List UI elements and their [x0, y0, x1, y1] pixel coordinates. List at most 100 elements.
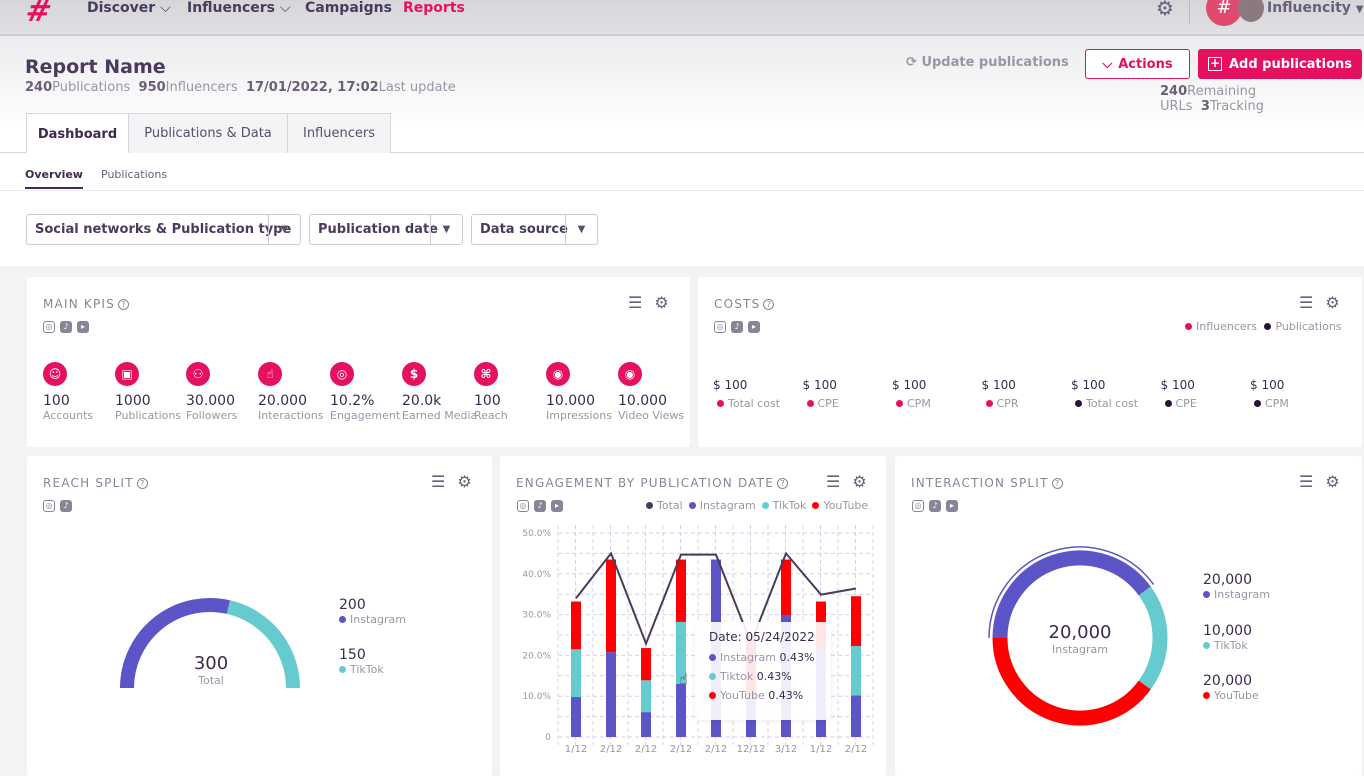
- title-text: INTERACTION SPLIT: [911, 476, 1049, 490]
- sliders-icon[interactable]: ☰: [826, 472, 840, 491]
- nav-discover[interactable]: Discover ⌵: [87, 0, 171, 16]
- cost-label: Total cost: [1086, 397, 1139, 410]
- page-title: Report Name: [25, 56, 166, 78]
- nav-campaigns[interactable]: Campaigns: [305, 0, 392, 16]
- gear-icon[interactable]: ⚙: [457, 472, 471, 491]
- kpi-value: 10.2%: [330, 393, 375, 409]
- gauge-total-label: Total: [198, 674, 224, 687]
- sliders-icon[interactable]: ☰: [1299, 293, 1313, 312]
- legend-dot: [709, 692, 716, 699]
- actions-button[interactable]: ⌵ Actions: [1085, 49, 1190, 79]
- sliders-icon[interactable]: ☰: [628, 293, 642, 312]
- legend-dot: [1075, 400, 1082, 407]
- gear-icon[interactable]: ⚙: [1156, 0, 1174, 20]
- account-menu[interactable]: Influencity ▼: [1267, 0, 1363, 16]
- donut-label: Instagram: [1052, 643, 1108, 656]
- sliders-icon[interactable]: ☰: [431, 472, 445, 491]
- bar-youtube[interactable]: [676, 559, 686, 622]
- kpi-label: Accounts: [43, 409, 94, 422]
- bar-instagram[interactable]: [606, 652, 616, 737]
- filter-social-networks[interactable]: Social networks & Publication type ▼: [26, 214, 301, 245]
- bar-instagram[interactable]: [571, 697, 581, 737]
- kpi-value: 10.000: [618, 393, 667, 409]
- bar-youtube[interactable]: [851, 596, 861, 647]
- kpi-item: ☝ 20.000 Interactions: [258, 362, 338, 422]
- cost-label: CPE: [817, 397, 839, 410]
- instagram-icon: ◎: [714, 321, 726, 333]
- logo[interactable]: #: [22, 0, 55, 29]
- bar-youtube[interactable]: [781, 559, 791, 616]
- legend-publications: Publications: [1275, 320, 1342, 333]
- update-publications-button[interactable]: ⟳ Update publications: [906, 55, 1069, 70]
- youtube-icon: ▸: [77, 321, 89, 333]
- kpi-item: ⌘ 100 Reach: [474, 362, 554, 422]
- tab-dashboard[interactable]: Dashboard: [26, 113, 129, 154]
- bar-instagram[interactable]: [676, 683, 686, 737]
- bar-tiktok[interactable]: [641, 680, 651, 713]
- legend-dot: [812, 502, 820, 509]
- kpi-label: Followers: [186, 409, 238, 422]
- hand-cursor-icon: ☝: [679, 670, 689, 688]
- tooltip-label: Tiktok: [720, 670, 754, 683]
- gauge-center: 300 Total: [171, 653, 251, 687]
- user-avatar[interactable]: [1238, 0, 1264, 22]
- chevron-down-icon: ⌵: [279, 0, 291, 16]
- hand-pointer-icon: ☝: [258, 362, 282, 386]
- donut-segment-tiktok[interactable]: [1138, 586, 1168, 690]
- eye-icon: ◉: [546, 362, 570, 386]
- cost-label: CPM: [1265, 397, 1289, 410]
- followers-icon: ⚇: [186, 362, 210, 386]
- legend-label: Instagram: [1214, 588, 1270, 601]
- cost-item: $ 100 Total cost: [713, 378, 780, 411]
- help-icon[interactable]: ?: [136, 478, 148, 489]
- workspace-avatar[interactable]: #: [1206, 0, 1242, 26]
- bar-instagram[interactable]: [851, 695, 861, 737]
- publication-icon: ▣: [115, 362, 139, 386]
- subtab-overview[interactable]: Overview: [25, 168, 83, 189]
- social-icons: ◎ ♪ ▸: [43, 321, 89, 333]
- add-publications-button[interactable]: + Add publications: [1198, 49, 1362, 79]
- nav-influencers[interactable]: Influencers ⌵: [187, 0, 291, 16]
- y-tick-label: 0: [545, 733, 551, 743]
- y-tick-label: 10.0%: [522, 692, 551, 702]
- tab-publications-data[interactable]: Publications & Data: [128, 113, 288, 153]
- subtab-publications[interactable]: Publications: [101, 168, 167, 187]
- kpi-label: Reach: [474, 409, 508, 422]
- kpi-value: 100: [474, 393, 501, 409]
- help-icon[interactable]: ?: [763, 299, 775, 310]
- help-icon[interactable]: ?: [776, 478, 788, 489]
- chevron-down-icon: ⌵: [160, 0, 171, 16]
- gear-icon[interactable]: ⚙: [852, 472, 866, 491]
- gear-icon[interactable]: ⚙: [1325, 472, 1339, 491]
- bar-tiktok[interactable]: [851, 646, 861, 696]
- last-update: 17/01/2022, 17:02: [245, 80, 379, 95]
- title-text: MAIN KPIS: [43, 297, 115, 311]
- help-icon[interactable]: ?: [1051, 478, 1063, 489]
- gear-icon[interactable]: ⚙: [1325, 293, 1339, 312]
- x-tick-label: 2/12: [705, 744, 727, 755]
- tiktok-icon: ♪: [60, 500, 72, 512]
- bar-instagram[interactable]: [641, 712, 651, 737]
- sliders-icon[interactable]: ☰: [1299, 472, 1313, 491]
- tab-influencers[interactable]: Influencers: [287, 113, 391, 153]
- x-tick-label: 2/12: [845, 744, 867, 755]
- x-tick-label: 2/12: [600, 744, 622, 755]
- kpi-label: Interactions: [258, 409, 324, 422]
- bar-tiktok[interactable]: [571, 649, 581, 698]
- legend-dot: [339, 616, 346, 623]
- nav-reports[interactable]: Reports: [403, 0, 465, 16]
- bar-youtube[interactable]: [571, 601, 581, 650]
- reach-legend-tiktok: 150 TikTok: [339, 647, 384, 676]
- legend-dot: [688, 502, 696, 509]
- bar-youtube[interactable]: [641, 648, 651, 681]
- help-icon[interactable]: ?: [117, 299, 129, 310]
- report-meta: 240Publications 950Influencers 17/01/202…: [25, 80, 456, 95]
- update-label: Update publications: [921, 55, 1069, 70]
- filter-publication-date[interactable]: Publication date ▼: [309, 214, 463, 245]
- gear-icon[interactable]: ⚙: [654, 293, 668, 312]
- x-tick-label: 1/12: [565, 744, 587, 755]
- filter-data-source[interactable]: Data source ▼: [471, 214, 598, 245]
- bar-youtube[interactable]: [606, 559, 616, 653]
- cost-value: $ 100: [802, 378, 837, 392]
- y-tick-label: 30.0%: [522, 611, 551, 621]
